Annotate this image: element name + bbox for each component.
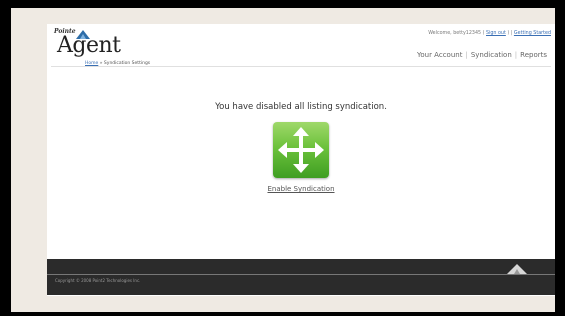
nav-syndication[interactable]: Syndication <box>471 51 512 59</box>
enable-syndication-button[interactable] <box>273 122 329 178</box>
nav-separator: | <box>465 51 468 59</box>
status-message: You have disabled all listing syndicatio… <box>215 102 387 112</box>
nav-reports[interactable]: Reports <box>520 51 547 59</box>
sign-out-link[interactable]: Sign out <box>486 31 506 36</box>
footer-divider <box>47 274 555 275</box>
screenshot-frame: Pointe Agent Home » Syndication Settings… <box>11 8 555 312</box>
welcome-bar: Welcome, betty12345 ( Sign out ) | Getti… <box>428 31 551 36</box>
nav-separator: | <box>514 51 518 59</box>
four-way-arrows-icon <box>278 127 324 173</box>
copyright-text: Copyright © 2008 Point2 Technologies Inc… <box>55 278 141 283</box>
footer: Copyright © 2008 Point2 Technologies Inc… <box>47 259 555 295</box>
nav-your-account[interactable]: Your Account <box>417 51 462 59</box>
page: Pointe Agent Home » Syndication Settings… <box>47 24 555 296</box>
welcome-separator: ) | <box>505 31 514 36</box>
mountain-peak-icon <box>507 264 527 274</box>
enable-syndication-link[interactable]: Enable Syndication <box>47 185 555 193</box>
getting-started-link[interactable]: Getting Started <box>514 31 551 36</box>
header-divider <box>51 66 551 67</box>
logo-main-text: Agent <box>57 33 121 58</box>
welcome-text: Welcome, betty12345 ( <box>428 31 486 36</box>
top-navigation: Your Account | Syndication | Reports <box>417 51 547 59</box>
